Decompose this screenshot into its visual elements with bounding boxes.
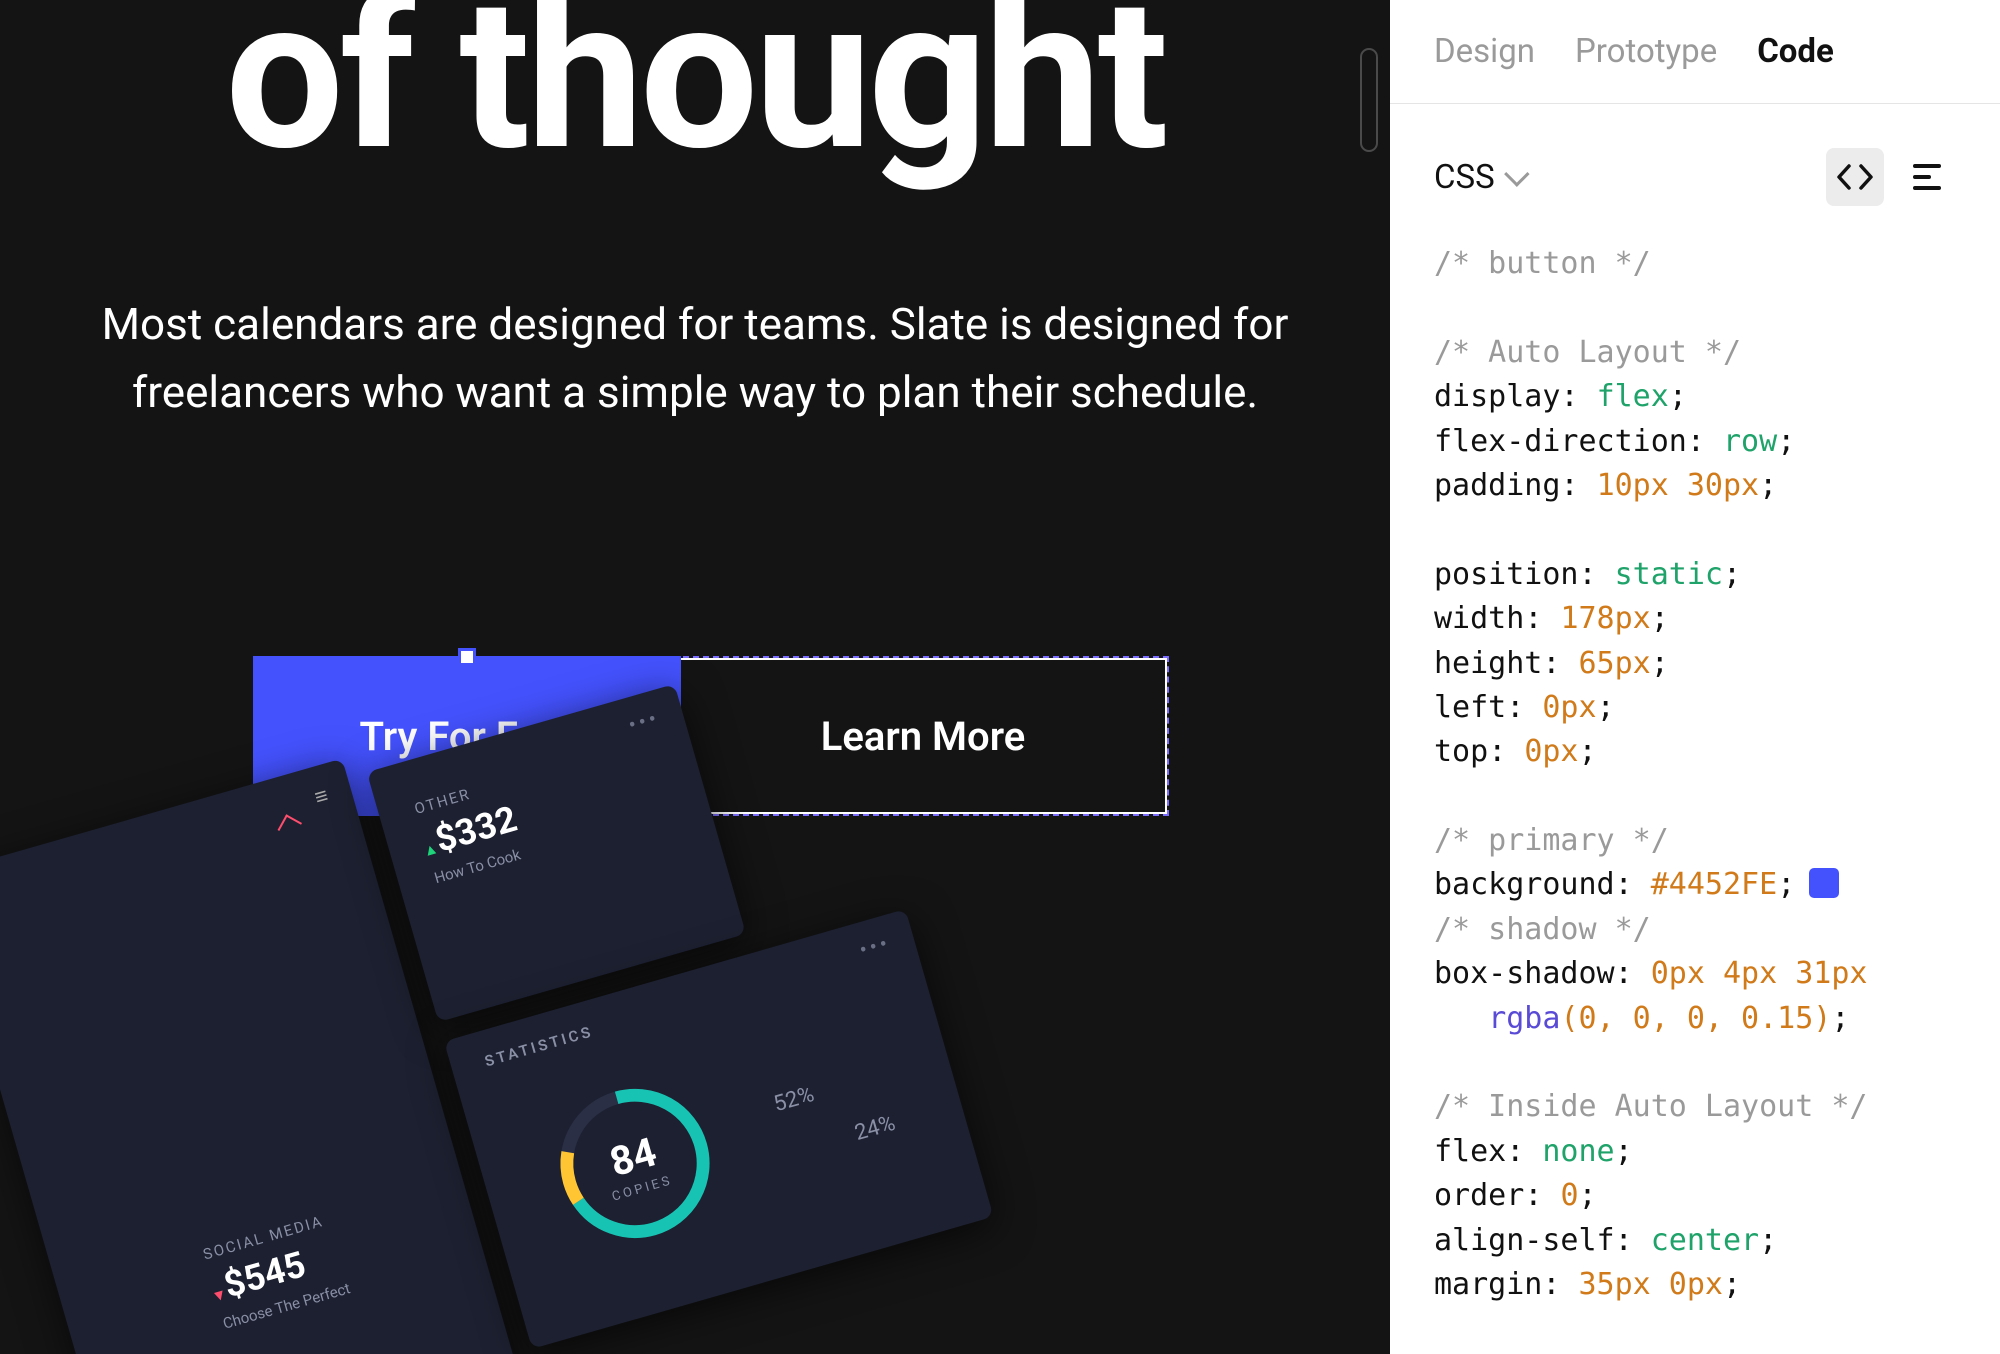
arrow-up-icon: ▴	[424, 839, 437, 859]
mock-stats-label: STATISTICS	[483, 1022, 596, 1070]
more-icon: •••	[857, 931, 894, 964]
code-comment-insideal: /* Inside Auto Layout */	[1434, 1089, 1867, 1124]
arrow-down-icon: ▾	[213, 1284, 226, 1304]
list-icon	[1913, 164, 1941, 190]
hero-subhead: Most calendars are designed for teams. S…	[0, 290, 1390, 426]
mock-card-other: OTHER ▴$332 How To Cook	[412, 775, 528, 888]
design-canvas[interactable]: of thought Most calendars are designed f…	[0, 0, 1390, 1354]
tab-design[interactable]: Design	[1434, 32, 1535, 71]
view-code-button[interactable]	[1826, 148, 1884, 206]
mock-pct-1: 52%	[771, 1082, 817, 1117]
inspector-panel: Design Prototype Code CSS /* button */ /…	[1390, 0, 2000, 1354]
tab-code[interactable]: Code	[1757, 32, 1834, 71]
color-swatch[interactable]	[1809, 868, 1839, 898]
mock-pct-2: 24%	[852, 1111, 898, 1146]
mock-card-social: SOCIAL MEDIA ▾$545 Choose The Perfect	[201, 1175, 476, 1333]
chevron-down-icon	[1504, 161, 1529, 186]
code-comment-shadow: /* shadow */	[1434, 912, 1651, 947]
tab-prototype[interactable]: Prototype	[1575, 32, 1717, 71]
code-icon	[1836, 162, 1874, 192]
code-comment-button: /* button */	[1434, 246, 1651, 281]
cursor-icon	[278, 814, 302, 838]
language-select[interactable]: CSS	[1434, 158, 1812, 197]
dashboard-mockup: ≡ SOCIAL MEDIA ▾$545 Choose The Perfect …	[0, 511, 1310, 1354]
view-table-button[interactable]	[1898, 148, 1956, 206]
code-toolbar: CSS	[1390, 104, 2000, 230]
hero-headline: of thought	[0, 0, 1390, 180]
more-icon: •••	[626, 706, 663, 739]
hamburger-icon: ≡	[312, 782, 333, 811]
inspector-tabs: Design Prototype Code	[1390, 0, 2000, 104]
code-comment-primary: /* primary */	[1434, 823, 1669, 858]
code-output[interactable]: /* button */ /* Auto Layout */ display: …	[1390, 230, 2000, 1351]
language-label: CSS	[1434, 158, 1495, 197]
code-comment-autolayout: /* Auto Layout */	[1434, 335, 1741, 370]
mock-donut: 84 COPIES	[524, 1052, 748, 1278]
